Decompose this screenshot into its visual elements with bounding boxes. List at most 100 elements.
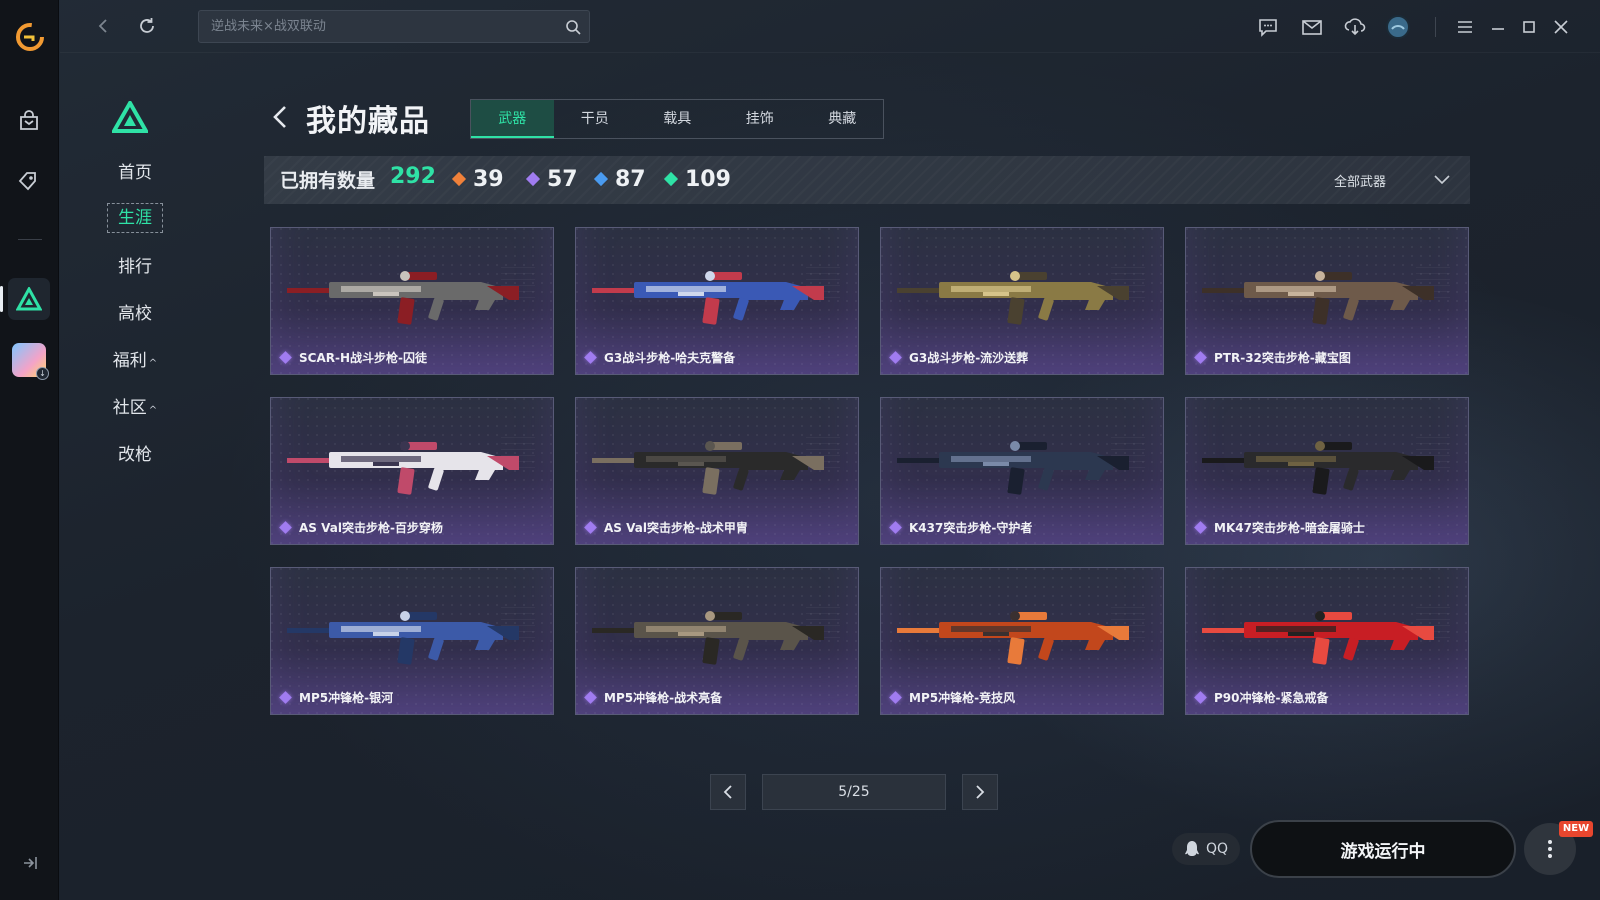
minimize-icon[interactable] — [1486, 15, 1510, 39]
rarity-diamond-icon — [584, 351, 597, 364]
app-logo-icon[interactable] — [15, 22, 45, 52]
chevron-left-icon — [723, 785, 732, 799]
rarity-diamond-icon — [1194, 521, 1207, 534]
weapon-name: MP5冲锋枪-银河 — [279, 689, 393, 706]
rarity-count-blue: 87 — [593, 165, 646, 193]
rarity-diamond-icon — [663, 171, 679, 187]
weapon-name: AS Val突击步枪-战术甲胄 — [584, 519, 748, 536]
more-vertical-icon — [1548, 840, 1552, 858]
rarity-diamond-icon — [889, 691, 902, 704]
weapon-image — [287, 441, 519, 495]
rarity-diamond-icon — [584, 521, 597, 534]
menu-item-ranking[interactable]: 排行 — [60, 252, 210, 282]
chevron-down-icon — [1434, 175, 1450, 185]
new-badge: NEW — [1559, 821, 1593, 837]
rarity-count-purple: 57 — [525, 165, 578, 193]
weapon-image — [1202, 611, 1434, 665]
game-running-button[interactable]: 游戏运行中 — [1250, 820, 1516, 878]
rarity-diamond-icon — [1194, 351, 1207, 364]
search-box — [198, 10, 590, 43]
game-triangle-icon[interactable] — [8, 278, 50, 320]
collapse-sidebar-icon[interactable] — [20, 853, 40, 873]
chevron-up-icon: ^ — [148, 358, 158, 369]
weapon-name: MK47突击步枪-暗金屠骑士 — [1194, 519, 1365, 536]
back-arrow-icon[interactable] — [270, 104, 292, 130]
menu-item-welfare[interactable]: 福利 ^ — [60, 346, 210, 376]
rarity-diamond-icon — [1194, 691, 1207, 704]
weapon-card[interactable]: SCAR-H战斗步枪-囚徒 — [270, 227, 554, 375]
tab-vehicles[interactable]: 载具 — [636, 100, 719, 138]
tag-icon[interactable] — [16, 168, 42, 194]
tab-collection[interactable]: 典藏 — [801, 100, 884, 138]
stats-bar: 已拥有数量 292 39 57 87 109 全部武器 — [264, 156, 1470, 204]
menu-item-gunsmith[interactable]: 改枪 — [60, 440, 210, 470]
game-avatar-icon[interactable]: ↓ — [12, 343, 49, 380]
weapon-name: P90冲锋枪-紧急戒备 — [1194, 689, 1328, 706]
prev-page-button[interactable] — [710, 774, 746, 810]
search-icon[interactable] — [565, 19, 581, 35]
rarity-diamond-icon — [593, 171, 609, 187]
tab-operators[interactable]: 干员 — [554, 100, 637, 138]
page-title: 我的藏品 — [306, 104, 430, 139]
rarity-diamond-icon — [525, 171, 541, 187]
rarity-diamond-icon — [584, 691, 597, 704]
weapon-name: PTR-32突击步枪-藏宝图 — [1194, 349, 1351, 366]
weapon-name: K437突击步枪-守护者 — [889, 519, 1032, 536]
weapon-image — [592, 271, 824, 325]
tab-weapons[interactable]: 武器 — [471, 100, 554, 138]
weapon-card[interactable]: G3战斗步枪-流沙送葬 — [880, 227, 1164, 375]
download-icon[interactable] — [1343, 15, 1367, 39]
weapon-card[interactable]: MP5冲锋枪-战术亮备 — [575, 567, 859, 715]
weapon-name: AS Val突击步枪-百步穿杨 — [279, 519, 443, 536]
category-tabs: 武器 干员 载具 挂饰 典藏 — [470, 99, 884, 139]
weapon-name: G3战斗步枪-哈夫克警备 — [584, 349, 735, 366]
weapon-image — [1202, 271, 1434, 325]
menu-item-college[interactable]: 高校 — [60, 299, 210, 329]
weapon-card[interactable]: PTR-32突击步枪-藏宝图 — [1185, 227, 1469, 375]
search-input[interactable] — [199, 11, 589, 42]
weapon-image — [897, 271, 1129, 325]
chat-icon[interactable] — [1256, 15, 1280, 39]
menu-item-community[interactable]: 社区 ^ — [60, 393, 210, 423]
close-icon[interactable] — [1549, 15, 1573, 39]
next-page-button[interactable] — [962, 774, 998, 810]
chevron-right-icon — [976, 785, 985, 799]
owned-total: 292 — [390, 164, 436, 189]
top-bar — [60, 0, 1600, 53]
menu-item-career[interactable]: 生涯 — [60, 203, 210, 233]
download-badge-icon: ↓ — [36, 367, 49, 380]
weapon-card[interactable]: G3战斗步枪-哈夫克警备 — [575, 227, 859, 375]
weapon-image — [287, 271, 519, 325]
weapon-image — [897, 441, 1129, 495]
weapon-card[interactable]: MP5冲锋枪-竞技风 — [880, 567, 1164, 715]
qq-button[interactable]: QQ — [1172, 833, 1240, 865]
store-bag-icon[interactable] — [16, 108, 42, 134]
mail-icon[interactable] — [1300, 15, 1324, 39]
refresh-icon[interactable] — [135, 14, 159, 38]
game-menu: 首页 生涯 排行 高校 福利 ^ 社区 ^ 改枪 — [60, 53, 210, 900]
page-indicator: 5/25 — [762, 774, 946, 810]
qq-penguin-icon — [1184, 841, 1199, 856]
avatar[interactable] — [1386, 15, 1410, 39]
weapon-name: MP5冲锋枪-战术亮备 — [584, 689, 722, 706]
weapon-card[interactable]: MP5冲锋枪-银河 — [270, 567, 554, 715]
weapon-card[interactable]: AS Val突击步枪-战术甲胄 — [575, 397, 859, 545]
weapon-card[interactable]: K437突击步枪-守护者 — [880, 397, 1164, 545]
weapon-filter-dropdown[interactable]: 全部武器 — [1334, 168, 1450, 192]
rarity-diamond-icon — [279, 521, 292, 534]
maximize-icon[interactable] — [1517, 15, 1541, 39]
rarity-diamond-icon — [279, 351, 292, 364]
rarity-count-green: 109 — [663, 165, 731, 193]
weapon-image — [897, 611, 1129, 665]
menu-item-home[interactable]: 首页 — [60, 158, 210, 188]
weapon-card[interactable]: P90冲锋枪-紧急戒备 — [1185, 567, 1469, 715]
owned-label: 已拥有数量 — [280, 170, 376, 192]
tab-charms[interactable]: 挂饰 — [719, 100, 802, 138]
back-icon[interactable] — [92, 14, 116, 38]
weapon-image — [592, 611, 824, 665]
weapon-card[interactable]: AS Val突击步枪-百步穿杨 — [270, 397, 554, 545]
app-window: ↓ 逆战未来×战双联动 首页 生涯 排行 高校 福利 ^ 社区 ^ 改枪 我的藏… — [0, 0, 1600, 900]
rarity-diamond-icon — [889, 521, 902, 534]
menu-icon[interactable] — [1453, 15, 1477, 39]
weapon-card[interactable]: MK47突击步枪-暗金屠骑士 — [1185, 397, 1469, 545]
